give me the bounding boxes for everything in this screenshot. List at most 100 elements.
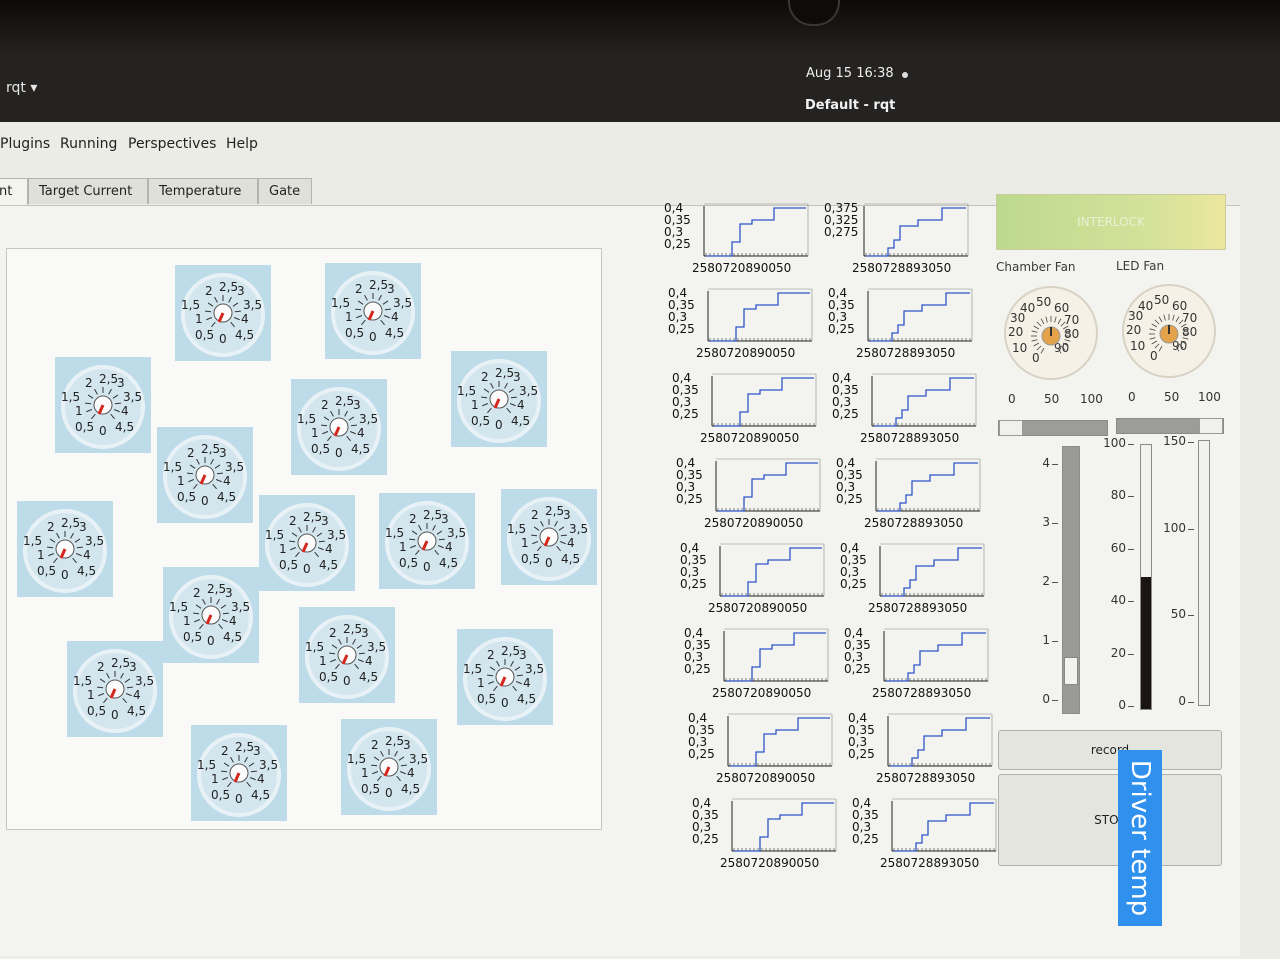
svg-text:4: 4: [121, 404, 129, 418]
svg-text:2: 2: [193, 586, 201, 600]
rotary-dial[interactable]: 2 2,5 3 1,5 3,5 1 4 0,5 0 4,5: [299, 607, 395, 703]
svg-text:0,5: 0,5: [183, 630, 202, 644]
svg-text:2: 2: [355, 282, 363, 296]
bar-150-tick-mark: [1188, 702, 1194, 703]
bar-100-tick-label: 20: [1110, 645, 1126, 660]
svg-text:4: 4: [517, 398, 525, 412]
rotary-dial[interactable]: 2 2,5 3 1,5 3,5 1 4 0,5 0 4,5: [67, 641, 163, 737]
svg-text:2,5: 2,5: [99, 372, 118, 386]
svg-text:2: 2: [97, 660, 105, 674]
svg-text:3,5: 3,5: [393, 296, 412, 310]
svg-text:0,25: 0,25: [828, 322, 855, 336]
rotary-dial[interactable]: 2 2,5 3 1,5 3,5 1 4 0,5 0 4,5: [175, 265, 271, 361]
svg-text:4: 4: [229, 614, 237, 628]
svg-text:4,5: 4,5: [359, 670, 378, 684]
rotary-dial[interactable]: 2 2,5 3 1,5 3,5 1 4 0,5 0 4,5: [325, 263, 421, 359]
rotary-dial[interactable]: 2 2,5 3 1,5 3,5 1 4 0,5 0 4,5: [379, 493, 475, 589]
svg-text:0,5: 0,5: [361, 782, 380, 796]
svg-text:0,25: 0,25: [836, 492, 863, 506]
vertical-slider-tick-mark: [1052, 523, 1058, 524]
svg-text:0: 0: [1150, 349, 1158, 363]
vertical-slider-tick-mark: [1052, 582, 1058, 583]
step-plot: 0,4 0,35 0,3 0,25 2580720890050: [666, 287, 816, 365]
svg-text:0: 0: [369, 330, 377, 344]
rotary-dial[interactable]: 2 2,5 3 1,5 3,5 1 4 0,5 0 4,5: [163, 567, 259, 663]
chamber-fan-slider-handle[interactable]: [999, 420, 1023, 436]
svg-text:2,5: 2,5: [423, 508, 442, 522]
svg-text:4: 4: [523, 676, 531, 690]
svg-text:4,5: 4,5: [561, 552, 580, 566]
rotary-dial[interactable]: 2 2,5 3 1,5 3,5 1 4 0,5 0 4,5: [451, 351, 547, 447]
record-button[interactable]: record: [998, 730, 1222, 770]
svg-text:2: 2: [47, 520, 55, 534]
svg-text:1,5: 1,5: [463, 662, 482, 676]
menu-help[interactable]: Help: [226, 136, 258, 152]
svg-text:10: 10: [1130, 339, 1145, 353]
apps-menu[interactable]: rqt ▾: [6, 80, 37, 96]
rotary-dial[interactable]: 2 2,5 3 1,5 3,5 1 4 0,5 0 4,5: [17, 501, 113, 597]
svg-text:4,5: 4,5: [401, 782, 420, 796]
bar-100-tick-label: 80: [1110, 488, 1126, 503]
svg-text:10: 10: [1012, 341, 1027, 355]
svg-text:2: 2: [221, 744, 229, 758]
tab-gate[interactable]: Gate: [258, 178, 312, 204]
step-plot: 0,4 0,35 0,3 0,25 2580720890050: [662, 202, 812, 280]
svg-text:4,5: 4,5: [385, 326, 404, 340]
svg-text:3,5: 3,5: [85, 534, 104, 548]
svg-text:4: 4: [407, 766, 415, 780]
rotary-dial[interactable]: 2 2,5 3 1,5 3,5 1 4 0,5 0 4,5: [55, 357, 151, 453]
bar-100-tick-mark: [1128, 601, 1134, 603]
stop-button[interactable]: STOP: [998, 774, 1222, 866]
svg-text:0,5: 0,5: [37, 564, 56, 578]
tab-target-current[interactable]: Target Current: [28, 178, 148, 204]
bar-100-tick-mark: [1128, 653, 1134, 655]
bar-100-tick-mark: [1128, 548, 1134, 550]
svg-text:1: 1: [211, 772, 219, 786]
driver-temp-label: Driver temp: [1118, 750, 1162, 926]
tab-current[interactable]: nt: [0, 178, 28, 206]
menu-perspectives[interactable]: Perspectives: [128, 136, 216, 152]
svg-text:4: 4: [83, 548, 91, 562]
bar-150-tick-label: 0: [1178, 694, 1186, 708]
svg-text:0,5: 0,5: [75, 420, 94, 434]
window-title: Default - rqt: [805, 98, 896, 113]
vertical-slider-handle[interactable]: [1064, 657, 1078, 685]
menu-plugins[interactable]: Plugins: [0, 136, 50, 152]
rotary-dial[interactable]: 2 2,5 3 1,5 3,5 1 4 0,5 0 4,5: [457, 629, 553, 725]
vertical-slider[interactable]: [1062, 446, 1080, 714]
led-fan-slider[interactable]: [1116, 418, 1224, 434]
step-plot: 0,4 0,35 0,3 0,25 2580728893050: [850, 797, 1000, 875]
rotary-dial[interactable]: 2 2,5 3 1,5 3,5 1 4 0,5 0 4,5: [191, 725, 287, 821]
svg-text:2580728893050: 2580728893050: [876, 771, 975, 785]
chamber-fan-gauge: 10 20 30 40 50 60 70 80 90 0: [1002, 284, 1100, 382]
led-fan-slider-handle[interactable]: [1199, 418, 1223, 434]
rotary-dial[interactable]: 2 2,5 3 1,5 3,5 1 4 0,5 0 4,5: [259, 495, 355, 591]
step-plot: 0,4 0,35 0,3 0,25 2580728893050: [830, 372, 980, 450]
svg-text:2: 2: [531, 508, 539, 522]
svg-text:0: 0: [501, 696, 509, 710]
webcam: [788, 0, 840, 26]
rotary-dial[interactable]: 2 2,5 3 1,5 3,5 1 4 0,5 0 4,5: [157, 427, 253, 523]
svg-text:0,25: 0,25: [664, 237, 691, 251]
svg-text:3,5: 3,5: [359, 412, 378, 426]
svg-text:3: 3: [219, 446, 227, 460]
clock[interactable]: Aug 15 16:38: [806, 66, 894, 81]
rotary-dial[interactable]: 2 2,5 3 1,5 3,5 1 4 0,5 0 4,5: [341, 719, 437, 815]
menu-running[interactable]: Running: [60, 136, 117, 152]
step-plot: 0,4 0,35 0,3 0,25 2580728893050: [838, 542, 988, 620]
vertical-slider-tick-mark: [1052, 700, 1058, 701]
svg-text:2580728893050: 2580728893050: [856, 346, 955, 360]
svg-text:20: 20: [1126, 323, 1141, 337]
svg-text:50: 50: [1036, 295, 1051, 309]
led-slider-tick: 50: [1164, 390, 1180, 404]
svg-text:1: 1: [399, 540, 407, 554]
svg-text:4,5: 4,5: [251, 788, 270, 802]
chamber-fan-slider[interactable]: [998, 420, 1108, 436]
svg-text:80: 80: [1064, 327, 1079, 341]
rotary-dial[interactable]: 2 2,5 3 1,5 3,5 1 4 0,5 0 4,5: [501, 489, 597, 585]
rotary-dial[interactable]: 2 2,5 3 1,5 3,5 1 4 0,5 0 4,5: [291, 379, 387, 475]
svg-text:2: 2: [187, 446, 195, 460]
svg-text:1: 1: [87, 688, 95, 702]
tab-temperature[interactable]: Temperature: [148, 178, 258, 204]
svg-text:2580728893050: 2580728893050: [860, 431, 959, 445]
